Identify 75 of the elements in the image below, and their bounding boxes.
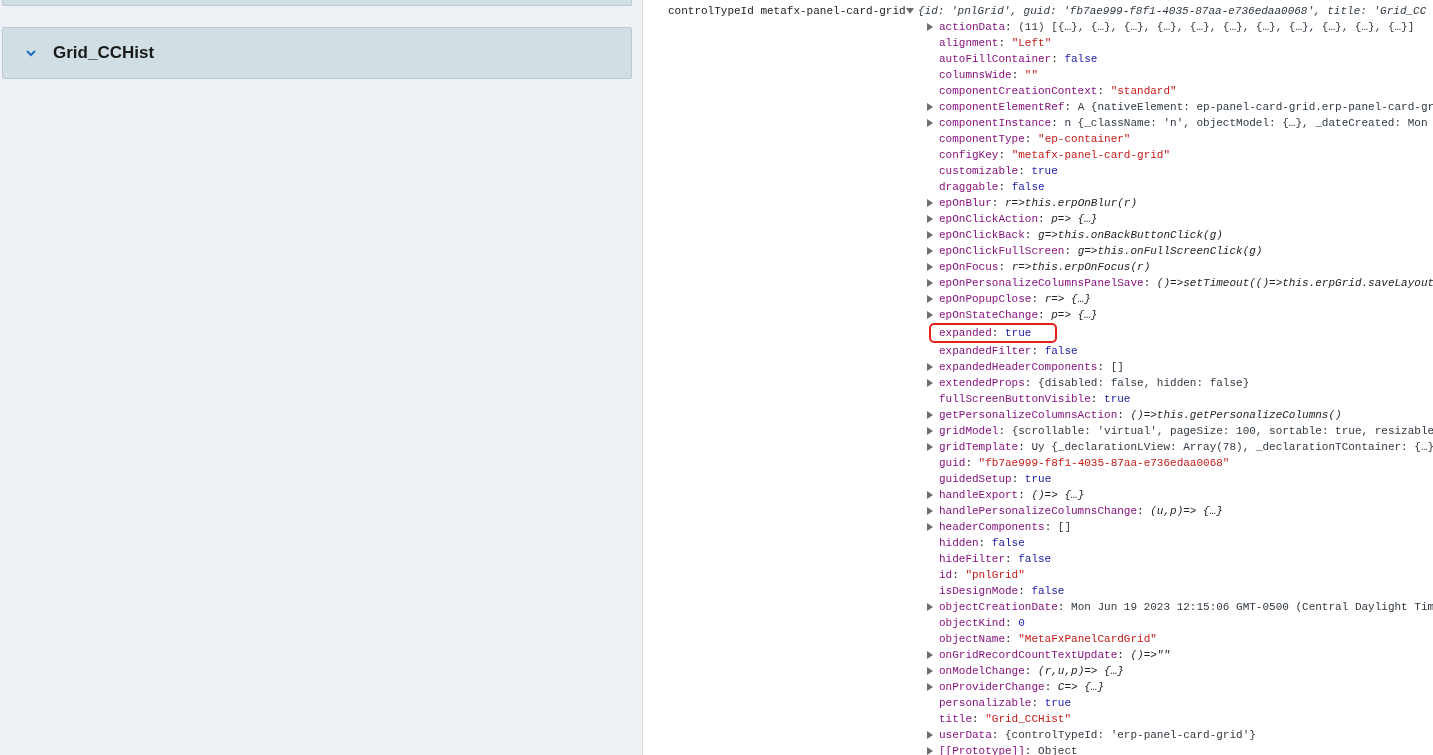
- property-line[interactable]: handlePersonalizeColumnsChange: (u,p)=> {…}: [939, 503, 1223, 519]
- property-line: objectKind: 0: [939, 616, 1025, 631]
- property-line: alignment: "Left": [939, 36, 1052, 51]
- property-line[interactable]: gridTemplate: Uy {_declarationLView: Array(78), _declarationTContainer: {…}: [939, 439, 1433, 455]
- property-line[interactable]: epOnBlur: r=>this.erpOnBlur(r): [939, 195, 1138, 211]
- expand-triangle-icon[interactable]: [927, 231, 933, 239]
- property-line[interactable]: handleExport: ()=> {…}: [939, 487, 1085, 503]
- expand-triangle-icon[interactable]: [927, 103, 933, 111]
- property-line[interactable]: onModelChange: (r,u,p)=> {…}: [939, 663, 1124, 679]
- expand-triangle-icon[interactable]: [927, 311, 933, 319]
- property-line: hidden: false: [939, 536, 1025, 551]
- expand-triangle-icon[interactable]: [927, 119, 933, 127]
- expand-triangle-icon[interactable]: [927, 411, 933, 419]
- property-line: title: "Grid_CCHist": [939, 712, 1072, 727]
- expand-triangle-icon[interactable]: [927, 23, 933, 31]
- property-line[interactable]: userData: {controlTypeId: 'erp-panel-card-grid'}: [939, 727, 1256, 743]
- property-line: personalizable: true: [939, 696, 1072, 711]
- expand-triangle-icon[interactable]: [927, 427, 933, 435]
- expanded-triangle-icon[interactable]: [906, 8, 914, 14]
- property-line: componentType: "ep-container": [939, 132, 1131, 147]
- property-line[interactable]: epOnPopupClose: r=> {…}: [939, 291, 1091, 307]
- expand-triangle-icon[interactable]: [927, 247, 933, 255]
- expand-triangle-icon[interactable]: [927, 263, 933, 271]
- property-line[interactable]: expandedHeaderComponents: []: [939, 359, 1124, 375]
- chevron-down-icon[interactable]: [25, 47, 37, 59]
- expand-triangle-icon[interactable]: [927, 363, 933, 371]
- property-line[interactable]: epOnClickAction: p=> {…}: [939, 211, 1098, 227]
- panel-card[interactable]: Grid_CCHist: [2, 27, 632, 79]
- expand-triangle-icon[interactable]: [927, 667, 933, 675]
- property-line[interactable]: onGridRecordCountTextUpdate: ()=>"": [939, 647, 1171, 663]
- property-line[interactable]: actionData: (11) [{…}, {…}, {…}, {…}, {…}, {…}, {…}, {…}, {…}, {…}, {…}]: [939, 19, 1415, 35]
- expand-triangle-icon[interactable]: [927, 523, 933, 531]
- property-line[interactable]: extendedProps: {disabled: false, hidden: false}: [939, 375, 1250, 391]
- property-line: isDesignMode: false: [939, 584, 1065, 599]
- expand-triangle-icon[interactable]: [927, 731, 933, 739]
- card-title: Grid_CCHist: [53, 42, 155, 65]
- property-line[interactable]: epOnClickFullScreen: g=>this.onFullScreenClick(g): [939, 243, 1263, 259]
- expand-triangle-icon[interactable]: [927, 199, 933, 207]
- property-line: id: "pnlGrid": [939, 568, 1025, 583]
- property-line: customizable: true: [939, 164, 1058, 179]
- property-line[interactable]: gridModel: {scrollable: 'virtual', pageSize: 100, sortable: true, resizable: [939, 423, 1433, 439]
- property-line: draggable: false: [939, 180, 1045, 195]
- property-line: componentCreationContext: "standard": [939, 84, 1177, 99]
- property-line: hideFilter: false: [939, 552, 1052, 567]
- expand-triangle-icon[interactable]: [927, 443, 933, 451]
- property-line[interactable]: componentElementRef: A {nativeElement: ep-panel-card-grid.erp-panel-card-gr: [939, 99, 1433, 115]
- property-line[interactable]: componentInstance: n {_className: 'n', objectModel: {…}, _dateCreated: Mon: [939, 115, 1428, 131]
- property-line[interactable]: epOnFocus: r=>this.erpOnFocus(r): [939, 259, 1151, 275]
- property-line[interactable]: onProviderChange: C=> {…}: [939, 679, 1105, 695]
- expand-triangle-icon[interactable]: [927, 683, 933, 691]
- log-label: controlTypeId metafx-panel-card-grid: [668, 4, 906, 19]
- property-line: columnsWide: "": [939, 68, 1039, 83]
- expand-triangle-icon[interactable]: [927, 507, 933, 515]
- property-line[interactable]: epOnPersonalizeColumnsPanelSave: ()=>setTimeout(()=>this.erpGrid.saveLayout: [939, 275, 1433, 291]
- property-line: configKey: "metafx-panel-card-grid": [939, 148, 1171, 163]
- expand-triangle-icon[interactable]: [927, 279, 933, 287]
- property-line[interactable]: epOnStateChange: p=> {…}: [939, 307, 1098, 323]
- expand-triangle-icon[interactable]: [927, 491, 933, 499]
- property-line: objectName: "MetaFxPanelCardGrid": [939, 632, 1157, 647]
- property-line[interactable]: objectCreationDate: Mon Jun 19 2023 12:15:06 GMT-0500 (Central Daylight Tim: [939, 599, 1433, 615]
- property-line: autoFillContainer: false: [939, 52, 1098, 67]
- expand-triangle-icon[interactable]: [927, 747, 933, 755]
- expand-triangle-icon[interactable]: [927, 215, 933, 223]
- property-line[interactable]: getPersonalizeColumnsAction: ()=>this.getPersonalizeColumns(): [939, 407, 1342, 423]
- property-line[interactable]: epOnClickBack: g=>this.onBackButtonClick(g): [939, 227, 1223, 243]
- expand-triangle-icon[interactable]: [927, 379, 933, 387]
- object-summary[interactable]: {id: 'pnlGrid', guid: 'fb7ae999-f8f1-4035-87aa-e736edaa0068', title: 'Grid_CC: [918, 3, 1427, 19]
- expand-triangle-icon[interactable]: [927, 295, 933, 303]
- property-line: guidedSetup: true: [939, 472, 1052, 487]
- expand-triangle-icon[interactable]: [927, 603, 933, 611]
- property-line: guid: "fb7ae999-f8f1-4035-87aa-e736edaa0068": [939, 456, 1230, 471]
- property-line: expandedFilter: false: [939, 344, 1078, 359]
- property-line: fullScreenButtonVisible: true: [939, 392, 1131, 407]
- expand-triangle-icon[interactable]: [927, 651, 933, 659]
- property-line[interactable]: headerComponents: []: [939, 519, 1072, 535]
